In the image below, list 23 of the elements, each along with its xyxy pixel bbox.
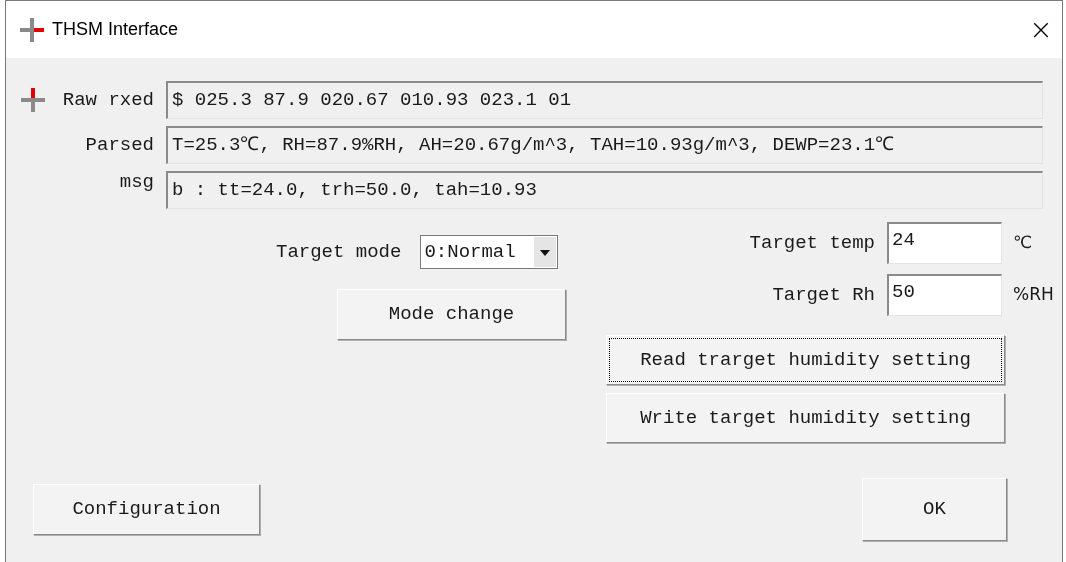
- action-button[interactable]: Write target humidity setting: [606, 393, 1005, 443]
- field-label: Target Rh: [771, 282, 875, 308]
- readout-field: T=25.3℃, RH=87.9%RH, AH=20.67g/m^3, TAH=10.93g/m^3, DEWP=23.1℃: [166, 126, 1043, 164]
- mode-dropdown[interactable]: 0:Normal: [420, 235, 559, 269]
- configuration-button[interactable]: Configuration: [33, 484, 260, 535]
- unit-label: %RH: [1013, 283, 1054, 307]
- field-label: Target mode: [276, 239, 402, 265]
- window-title: THSM Interface: [52, 18, 179, 41]
- crosshair-icon: [18, 15, 46, 44]
- readout-field: $ 025.3 87.9 020.67 010.93 023.1 01: [166, 81, 1043, 119]
- mode-change-button[interactable]: Mode change: [337, 289, 566, 340]
- field-label: Raw rxed: [62, 87, 154, 113]
- readout-field: b : tt=24.0, trh=50.0, tah=10.93: [166, 171, 1043, 209]
- crosshair-icon: [19, 86, 47, 114]
- input-field[interactable]: 24: [887, 222, 1002, 264]
- ok-button[interactable]: OK: [862, 478, 1007, 541]
- unit-label: ℃: [1013, 231, 1033, 255]
- action-button[interactable]: Read trarget humidity setting: [606, 335, 1005, 385]
- field-label: Parsed: [85, 132, 154, 158]
- field-label: Target temp: [748, 230, 875, 256]
- input-field[interactable]: 50: [887, 274, 1002, 316]
- close-button[interactable]: ×: [1026, 14, 1056, 45]
- field-label: msg: [119, 169, 154, 195]
